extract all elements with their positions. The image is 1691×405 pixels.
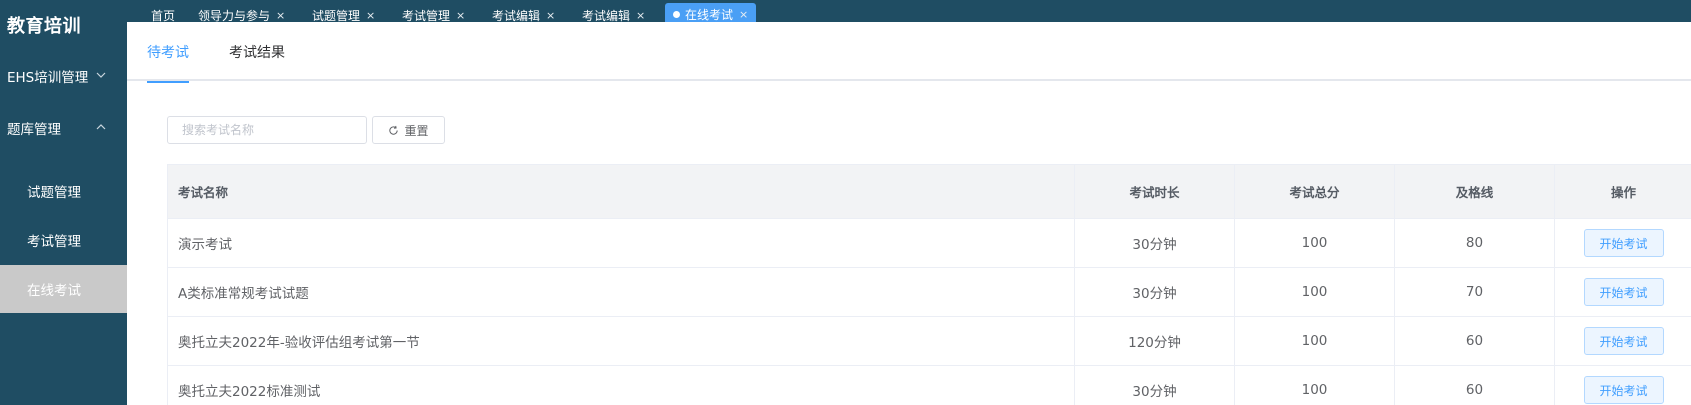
active-dot-icon [673,10,680,18]
chevron-up-icon [96,124,106,130]
exam-name: 演示考试 [168,219,1075,267]
reset-button[interactable]: 重置 [372,116,445,144]
close-icon[interactable]: × [546,9,555,22]
exam-duration: 120分钟 [1075,317,1235,365]
start-exam-button[interactable]: 开始考试 [1583,229,1664,257]
actions-cell: 开始考试 [1555,219,1691,267]
exam-total: 100 [1235,219,1395,267]
tab-online-exam[interactable]: 在线考试 × [665,3,757,22]
close-icon[interactable]: × [276,9,285,22]
tabs-bar: 首页 领导力与参与 × 试题管理 × 考试管理 × 考试编辑 × 考试编辑 × … [127,0,1691,22]
tab-exam-edit-2[interactable]: 考试编辑 × [582,5,645,23]
column-header-total: 考试总分 [1235,165,1395,218]
search-input[interactable] [167,116,367,144]
menu-group-label: 题库管理 [7,122,61,138]
actions-cell: 开始考试 [1555,268,1691,316]
tab-home[interactable]: 首页 [151,5,176,23]
close-icon[interactable]: × [456,9,465,22]
chevron-down-icon [96,72,106,78]
brand-title: 教育培训 [7,16,81,37]
menu-group-ehs-training[interactable]: EHS培训管理 [0,56,127,96]
close-icon[interactable]: × [366,9,375,22]
exam-table: 考试名称 考试时长 考试总分 及格线 操作 演示考试 30分钟 100 80 开… [167,164,1691,405]
table-row: 奥托立夫2022年-验收评估组考试第一节 120分钟 100 60 开始考试 [168,317,1691,366]
actions-cell: 开始考试 [1555,317,1691,365]
tab-leadership[interactable]: 领导力与参与 × [198,5,285,23]
sidebar-item-label: 在线考试 [27,283,81,299]
table-row: 奥托立夫2022标准测试 30分钟 100 60 开始考试 [168,366,1691,405]
tab-exam-edit-1[interactable]: 考试编辑 × [492,5,555,23]
exam-total: 100 [1235,317,1395,365]
sidebar-item-question-management[interactable]: 试题管理 [0,167,127,215]
refresh-icon [389,125,399,135]
exam-total: 100 [1235,366,1395,405]
sidebar-item-exam-management[interactable]: 考试管理 [0,216,127,264]
sidebar-item-label: 考试管理 [27,234,81,250]
exam-pass-line: 70 [1395,268,1555,316]
column-header-pass-line: 及格线 [1395,165,1555,218]
start-exam-button[interactable]: 开始考试 [1583,278,1664,306]
exam-duration: 30分钟 [1075,268,1235,316]
tab-exam-results[interactable]: 考试结果 [229,22,285,81]
exam-pass-line: 80 [1395,219,1555,267]
exam-name: 奥托立夫2022年-验收评估组考试第一节 [168,317,1075,365]
exam-name: A类标准常规考试试题 [168,268,1075,316]
exam-name: 奥托立夫2022标准测试 [168,366,1075,405]
tab-label: 考试管理 [402,8,451,23]
column-header-name: 考试名称 [168,165,1075,218]
main-content: 待考试 考试结果 重置 考试名称 考试时长 考试总分 及格线 操作 演 [127,22,1691,405]
actions-cell: 开始考试 [1555,366,1691,405]
sidebar-item-online-exam[interactable]: 在线考试 [0,265,127,313]
tab-question-management[interactable]: 试题管理 × [312,5,375,23]
reset-label: 重置 [404,123,429,138]
tab-label: 考试编辑 [492,8,541,23]
tab-label: 在线考试 [685,7,734,22]
tab-label: 考试结果 [229,44,285,61]
exam-pass-line: 60 [1395,366,1555,405]
sidebar: 教育培训 EHS培训管理 题库管理 试题管理 考试管理 在线考试 [0,0,127,405]
column-header-duration: 考试时长 [1075,165,1235,218]
tab-label: 首页 [151,8,176,23]
tab-label: 领导力与参与 [198,8,271,23]
table-header-row: 考试名称 考试时长 考试总分 及格线 操作 [168,165,1691,219]
close-icon[interactable]: × [636,9,645,22]
exam-total: 100 [1235,268,1395,316]
app-window: 教育培训 EHS培训管理 题库管理 试题管理 考试管理 在线考试 首页 领导力与… [0,0,1691,405]
menu-group-label: EHS培训管理 [7,70,89,86]
tab-label: 考试编辑 [582,8,631,23]
subtabs: 待考试 考试结果 [127,22,1691,83]
column-header-actions: 操作 [1610,185,1636,200]
tab-label: 试题管理 [312,8,361,23]
close-icon[interactable]: × [739,8,748,21]
exam-duration: 30分钟 [1075,219,1235,267]
sidebar-item-label: 试题管理 [27,185,81,201]
tab-pending-exams[interactable]: 待考试 [147,22,189,83]
table-row: A类标准常规考试试题 30分钟 100 70 开始考试 [168,268,1691,317]
menu-group-question-bank[interactable]: 题库管理 [0,108,127,148]
tab-exam-management[interactable]: 考试管理 × [402,5,465,23]
tab-label: 待考试 [147,44,189,61]
exam-duration: 30分钟 [1075,366,1235,405]
exam-pass-line: 60 [1395,317,1555,365]
table-row: 演示考试 30分钟 100 80 开始考试 [168,219,1691,268]
start-exam-button[interactable]: 开始考试 [1583,327,1664,355]
start-exam-button[interactable]: 开始考试 [1583,376,1664,404]
